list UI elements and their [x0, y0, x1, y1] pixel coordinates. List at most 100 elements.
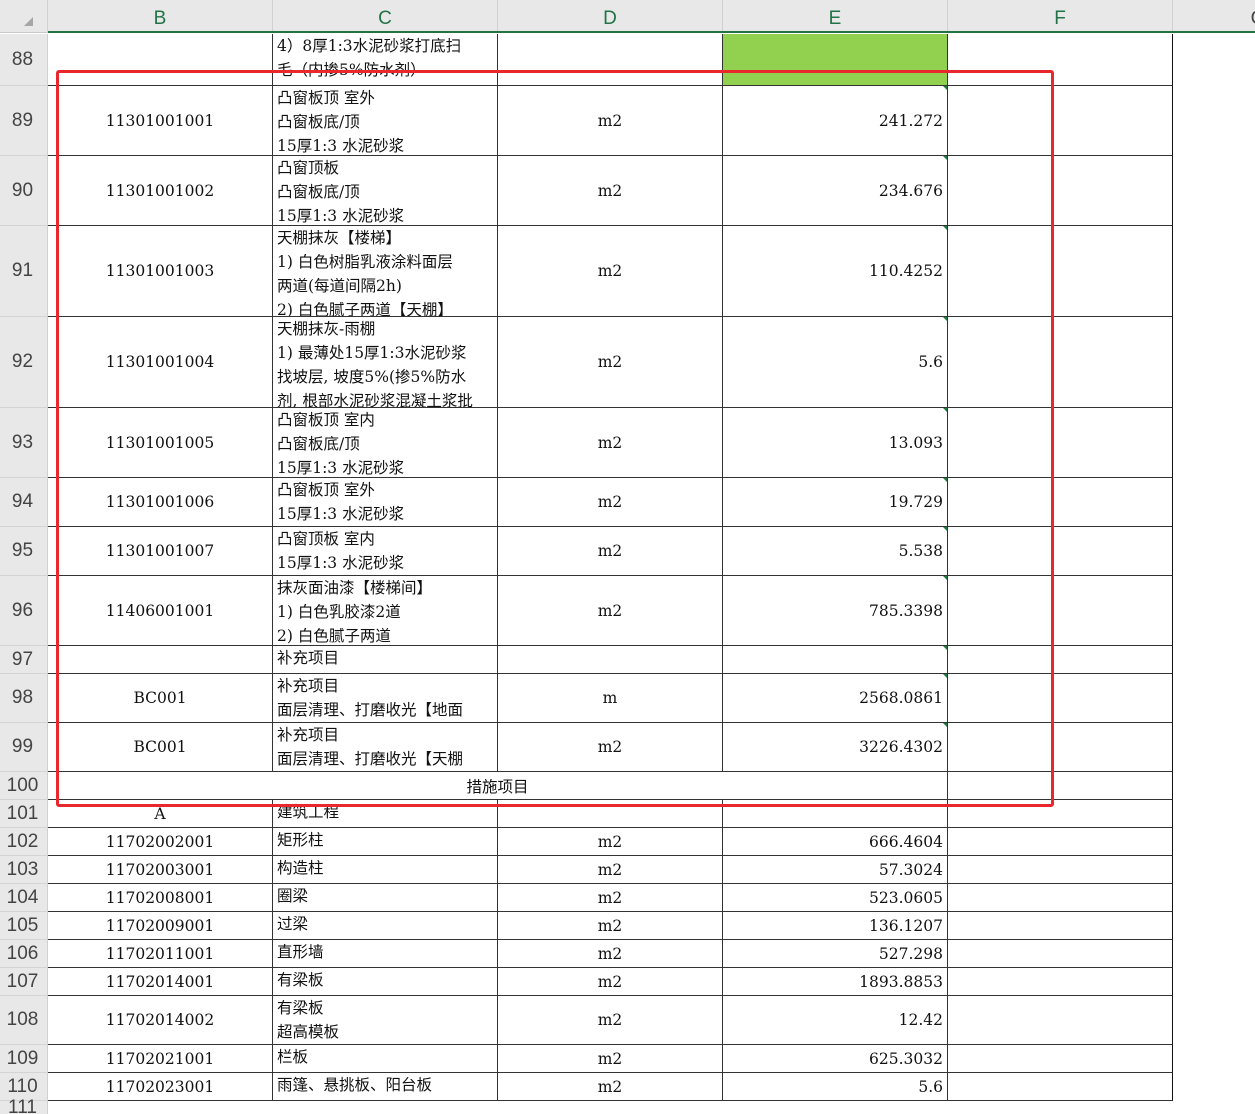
select-all-corner[interactable] — [0, 0, 48, 33]
cell-f[interactable] — [948, 34, 1173, 86]
cell-f[interactable] — [948, 828, 1173, 856]
column-header-next[interactable]: G — [1248, 0, 1255, 31]
cell-f[interactable] — [948, 478, 1173, 527]
cell-item-code[interactable]: 11702011001 — [48, 940, 273, 968]
row-header[interactable]: 109 — [0, 1045, 48, 1073]
cell-unit[interactable]: m2 — [498, 226, 723, 317]
cell-unit[interactable]: m2 — [498, 1045, 723, 1073]
cell-f[interactable] — [948, 86, 1173, 156]
cell-item-code[interactable]: 11301001004 — [48, 317, 273, 408]
cell-f[interactable] — [948, 408, 1173, 478]
cell-item-code[interactable] — [48, 646, 273, 674]
cell-f[interactable] — [948, 772, 1173, 800]
cell-item-code[interactable]: 11702014001 — [48, 968, 273, 996]
cell-item-code[interactable]: 11702014002 — [48, 996, 273, 1045]
row-header[interactable]: 92 — [0, 317, 48, 408]
cell-item-code[interactable]: 11301001007 — [48, 527, 273, 576]
cell-item-description[interactable]: 天棚抹灰-雨棚 1) 最薄处15厚1:3水泥砂浆 找坡层, 坡度5%(掺5%防水 剂,… — [273, 317, 498, 408]
cell-unit[interactable]: m2 — [498, 1073, 723, 1101]
row-header[interactable]: 102 — [0, 828, 48, 856]
cell-quantity[interactable]: 12.42 — [723, 996, 948, 1045]
cell-unit[interactable]: m2 — [498, 940, 723, 968]
row-header[interactable]: 100 — [0, 772, 48, 800]
cell-quantity[interactable]: 666.4604 — [723, 828, 948, 856]
cell-item-description[interactable]: 凸窗顶板 室内 15厚1:3 水泥砂浆 — [273, 527, 498, 576]
cell-f[interactable] — [948, 1045, 1173, 1073]
cell-f[interactable] — [948, 968, 1173, 996]
row-header[interactable]: 96 — [0, 576, 48, 646]
row-header[interactable]: 107 — [0, 968, 48, 996]
cell-f[interactable] — [948, 527, 1173, 576]
cell-item-description[interactable]: 栏板 — [273, 1045, 498, 1073]
row-header[interactable]: 99 — [0, 723, 48, 772]
cell-quantity[interactable]: 5.538 — [723, 527, 948, 576]
cell-item-code[interactable]: BC001 — [48, 723, 273, 772]
row-header[interactable]: 93 — [0, 408, 48, 478]
row-header[interactable]: 105 — [0, 912, 48, 940]
cell-item-code[interactable]: BC001 — [48, 674, 273, 723]
column-header-f[interactable]: F — [948, 0, 1173, 31]
cell-unit[interactable]: m2 — [498, 317, 723, 408]
cell-item-code[interactable]: 11702023001 — [48, 1073, 273, 1101]
cell-quantity[interactable]: 527.298 — [723, 940, 948, 968]
cell-item-description[interactable]: 4）8厚1:3水泥砂浆打底扫毛（内掺5%防水剂）5）素水泥浆一道甩毛（内 — [273, 34, 498, 86]
cell-quantity[interactable]: 234.676 — [723, 156, 948, 226]
cell-quantity[interactable]: 5.6 — [723, 1073, 948, 1101]
cell-item-code[interactable] — [48, 34, 273, 86]
cell-quantity[interactable]: 13.093 — [723, 408, 948, 478]
column-header-e[interactable]: E — [723, 0, 948, 31]
row-header[interactable]: 95 — [0, 527, 48, 576]
cell-unit[interactable]: m2 — [498, 884, 723, 912]
cell-unit[interactable]: m2 — [498, 912, 723, 940]
cell-item-description[interactable]: 矩形柱 — [273, 828, 498, 856]
cell-f[interactable] — [948, 912, 1173, 940]
row-header[interactable]: 101 — [0, 800, 48, 828]
cell-quantity[interactable]: 19.729 — [723, 478, 948, 527]
cell-item-code[interactable]: 11301001001 — [48, 86, 273, 156]
row-header[interactable]: 103 — [0, 856, 48, 884]
cell-unit[interactable]: m2 — [498, 856, 723, 884]
cell-item-description[interactable]: 凸窗板顶 室外 15厚1:3 水泥砂浆 — [273, 478, 498, 527]
cell-f[interactable] — [948, 226, 1173, 317]
cell-quantity[interactable]: 136.1207 — [723, 912, 948, 940]
cell-item-description[interactable]: 过梁 — [273, 912, 498, 940]
cell-item-code[interactable]: A — [48, 800, 273, 828]
cell-quantity[interactable] — [723, 646, 948, 674]
cell-item-description[interactable]: 补充项目 — [273, 646, 498, 674]
cell-item-code[interactable]: 11301001003 — [48, 226, 273, 317]
cell-f[interactable] — [948, 884, 1173, 912]
cell-f[interactable] — [948, 156, 1173, 226]
cell-unit[interactable]: m2 — [498, 723, 723, 772]
cell-quantity[interactable]: 785.3398 — [723, 576, 948, 646]
column-header-c[interactable]: C — [273, 0, 498, 31]
cell-f[interactable] — [948, 576, 1173, 646]
cell-item-description[interactable]: 凸窗板顶 室内 凸窗板底/顶 15厚1:3 水泥砂浆 — [273, 408, 498, 478]
row-header[interactable]: 94 — [0, 478, 48, 527]
cell-item-code[interactable]: 11301001006 — [48, 478, 273, 527]
cell-item-description[interactable]: 雨篷、悬挑板、阳台板 — [273, 1073, 498, 1101]
cell-unit[interactable]: m2 — [498, 968, 723, 996]
cell-item-description[interactable]: 有梁板 超高模板 — [273, 996, 498, 1045]
column-header-d[interactable]: D — [498, 0, 723, 31]
cell-item-code[interactable]: 11702008001 — [48, 884, 273, 912]
cell-item-description[interactable]: 圈梁 — [273, 884, 498, 912]
cell-unit[interactable] — [498, 800, 723, 828]
row-header[interactable]: 88 — [0, 34, 48, 86]
cell-item-description[interactable]: 补充项目 面层清理、打磨收光【天棚 — [273, 723, 498, 772]
cell-quantity[interactable]: 1893.8853 — [723, 968, 948, 996]
cell-item-description[interactable]: 构造柱 — [273, 856, 498, 884]
cell-quantity[interactable] — [723, 34, 948, 86]
row-header[interactable]: 108 — [0, 996, 48, 1045]
cell-quantity[interactable]: 523.0605 — [723, 884, 948, 912]
cell-unit[interactable]: m2 — [498, 527, 723, 576]
row-header[interactable]: 97 — [0, 646, 48, 674]
cell-f[interactable] — [948, 856, 1173, 884]
cell-unit[interactable]: m2 — [498, 156, 723, 226]
cell-unit[interactable]: m2 — [498, 828, 723, 856]
cell-quantity[interactable]: 625.3032 — [723, 1045, 948, 1073]
row-header[interactable]: 90 — [0, 156, 48, 226]
cell-f[interactable] — [948, 940, 1173, 968]
cell-f[interactable] — [948, 723, 1173, 772]
cell-item-description[interactable]: 凸窗板顶 室外 凸窗板底/顶 15厚1:3 水泥砂浆 — [273, 86, 498, 156]
merged-section-cell[interactable]: 措施项目 — [48, 772, 948, 800]
